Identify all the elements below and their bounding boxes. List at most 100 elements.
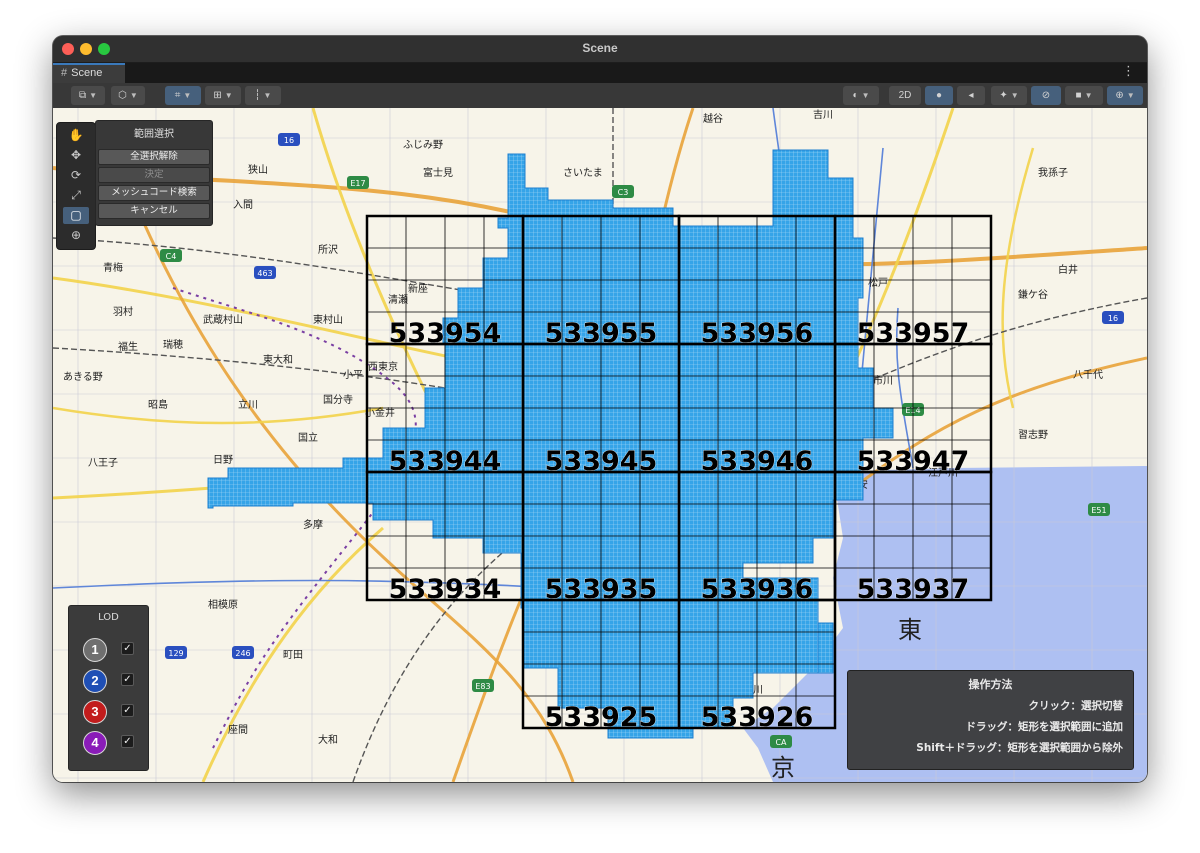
rect-tool[interactable]: ▢ <box>63 207 89 224</box>
cancel-button[interactable]: キャンセル <box>98 203 210 219</box>
hidden-objects-toggle[interactable]: ⊘ <box>1031 86 1061 105</box>
road-shield: 16 <box>1102 311 1124 324</box>
scale-icon: ⤢ <box>71 188 81 202</box>
mode-2d-toggle[interactable]: 2D <box>889 86 921 105</box>
hand-tool[interactable]: ✋ <box>63 127 89 144</box>
tab-scene[interactable]: # Scene <box>53 63 125 83</box>
lod-row-3: 3 ✓ <box>83 700 139 724</box>
place-label: 所沢 <box>318 243 338 256</box>
place-label: 小平 <box>343 369 363 381</box>
place-label: 相模原 <box>208 598 238 611</box>
place-label: 日野 <box>213 454 233 466</box>
lightbulb-icon: ● <box>935 90 943 101</box>
road-shield: 129 <box>165 646 187 659</box>
place-label: 羽村 <box>113 305 133 318</box>
lod-title: LOD <box>98 612 119 623</box>
place-label: 青梅 <box>103 261 123 274</box>
gizmos-dropdown[interactable]: ⊕ ▼ <box>1107 86 1143 105</box>
audio-toggle[interactable]: ◂ <box>957 86 985 105</box>
tab-bar: # Scene ⋮ <box>53 63 1147 83</box>
mesh-code-label: 533944 <box>389 446 502 477</box>
mesh-code-label: 533945 <box>545 446 658 477</box>
scene-viewport[interactable]: ふじみ野 富士見 さいたま 越谷 吉川 狭山 入間 所沢 新座 清瀬 武蔵村山 東村山 東大和 小平 国分寺… <box>53 108 1147 782</box>
road-shield-label: 463 <box>257 269 272 278</box>
chevron-down-icon: ▼ <box>1010 91 1019 100</box>
range-select-title: 範囲選択 <box>134 129 174 140</box>
chevron-down-icon: ▼ <box>1084 91 1093 100</box>
mesh-code-search-button[interactable]: メッシュコード検索 <box>98 185 210 201</box>
lod-4-checkbox[interactable]: ✓ <box>121 735 134 748</box>
place-label: 白井 <box>1058 263 1078 276</box>
grid-visibility-dropdown[interactable]: ⊞ ▼ <box>205 86 241 105</box>
road-shield: E17 <box>347 176 369 189</box>
place-label: 東村山 <box>313 313 343 326</box>
road-shield: 16 <box>278 133 300 146</box>
scene-grid-icon: # <box>61 67 68 79</box>
place-label: 大和 <box>318 733 338 746</box>
globe-icon: ⊕ <box>1115 90 1124 101</box>
place-label: 我孫子 <box>1038 167 1068 179</box>
tool-palette: ✋ ✥ ⟳ ⤢ ▢ ⊕ <box>56 122 96 250</box>
road-shield: E51 <box>1088 503 1110 516</box>
move-icon: ✥ <box>70 148 82 162</box>
mesh-code-label: 533957 <box>857 318 970 349</box>
grid-icon: ⊞ <box>213 90 222 101</box>
mesh-code-label: 533946 <box>701 446 814 477</box>
lod-row-1: 1 ✓ <box>83 638 139 662</box>
instruction-click: クリック：選択切替 <box>1028 700 1124 712</box>
draw-mode-icon: ⧉ <box>78 90 87 101</box>
move-tool[interactable]: ✥ <box>63 147 89 164</box>
instruction-shift-drag-remove: Shift＋ドラッグ：矩形を選択範囲から除外 <box>916 742 1123 754</box>
place-label: 鎌ケ谷 <box>1018 288 1048 301</box>
snap-grid-dropdown[interactable]: ⌗ ▼ <box>165 86 201 105</box>
road-shield-label: 246 <box>235 649 250 658</box>
lod-row-4: 4 ✓ <box>83 731 139 755</box>
road-shield-label: 16 <box>1108 314 1118 323</box>
camera-dropdown[interactable]: ■ ▼ <box>1065 86 1103 105</box>
instructions-title: 操作方法 <box>968 678 1013 691</box>
lod-1-checkbox[interactable]: ✓ <box>121 642 134 655</box>
rect-icon: ▢ <box>70 208 82 222</box>
lod-4-badge: 4 <box>83 731 107 755</box>
mesh-code-label: 533926 <box>701 702 814 733</box>
scale-tool[interactable]: ⤢ <box>63 187 89 204</box>
place-label: 国分寺 <box>323 394 353 406</box>
lod-2-checkbox[interactable]: ✓ <box>121 673 134 686</box>
instruction-drag-add: ドラッグ：矩形を選択範囲に追加 <box>965 721 1124 733</box>
selected-tiles <box>817 622 834 674</box>
cube-icon: ⬡ <box>118 90 127 101</box>
confirm-button[interactable]: 決定 <box>98 167 210 183</box>
road-shield-label: 129 <box>168 649 183 658</box>
road-shield-label: C3 <box>618 188 629 197</box>
title-bar[interactable]: Scene <box>53 36 1147 63</box>
shading-mode-dropdown[interactable]: ◐ ▼ <box>843 86 879 105</box>
effects-icon: ✦ <box>999 90 1008 101</box>
place-label: 町田 <box>283 650 303 661</box>
scene-window: Scene # Scene ⋮ ⧉ ▼ ⬡ ▼ ⌗ ▼ ⊞ ▼ ┆ ▼ ◐ ▼ 2D ● ◂ … <box>53 36 1147 782</box>
lighting-toggle[interactable]: ● <box>925 86 953 105</box>
orientation-dropdown[interactable]: ⬡ ▼ <box>111 86 145 105</box>
scene-toolbar: ⧉ ▼ ⬡ ▼ ⌗ ▼ ⊞ ▼ ┆ ▼ ◐ ▼ 2D ● ◂ ✦ ▼ ⊘ ■ ▼ ⊕ ▼ <box>53 83 1147 109</box>
instructions-panel: 操作方法 クリック：選択切替 ドラッグ：矩形を選択範囲に追加 Shift＋ドラッ… <box>847 670 1134 770</box>
mesh-code-label: 533934 <box>389 574 502 605</box>
bay-label: 東 <box>898 616 922 644</box>
lod-3-checkbox[interactable]: ✓ <box>121 704 134 717</box>
place-label: あきる野 <box>63 371 103 383</box>
road-shield-label: C4 <box>166 252 177 261</box>
chevron-down-icon: ▼ <box>224 91 233 100</box>
more-options-icon[interactable]: ⋮ <box>1122 64 1135 79</box>
ruler-icon: ┆ <box>254 90 261 101</box>
deselect-all-button[interactable]: 全選択解除 <box>98 149 210 165</box>
draw-mode-dropdown[interactable]: ⧉ ▼ <box>71 86 105 105</box>
mesh-code-label: 533925 <box>545 702 658 733</box>
increment-snap-dropdown[interactable]: ┆ ▼ <box>245 86 281 105</box>
window-title: Scene <box>582 41 618 55</box>
transform-tool[interactable]: ⊕ <box>63 227 89 244</box>
effects-dropdown[interactable]: ✦ ▼ <box>991 86 1027 105</box>
place-label: 西東京 <box>368 360 398 373</box>
road-shield-label: CA <box>775 738 787 747</box>
road-shield-label: 16 <box>284 136 294 145</box>
place-label: 入間 <box>233 199 253 211</box>
rotate-tool[interactable]: ⟳ <box>63 167 89 184</box>
place-label: 立川 <box>238 398 258 411</box>
